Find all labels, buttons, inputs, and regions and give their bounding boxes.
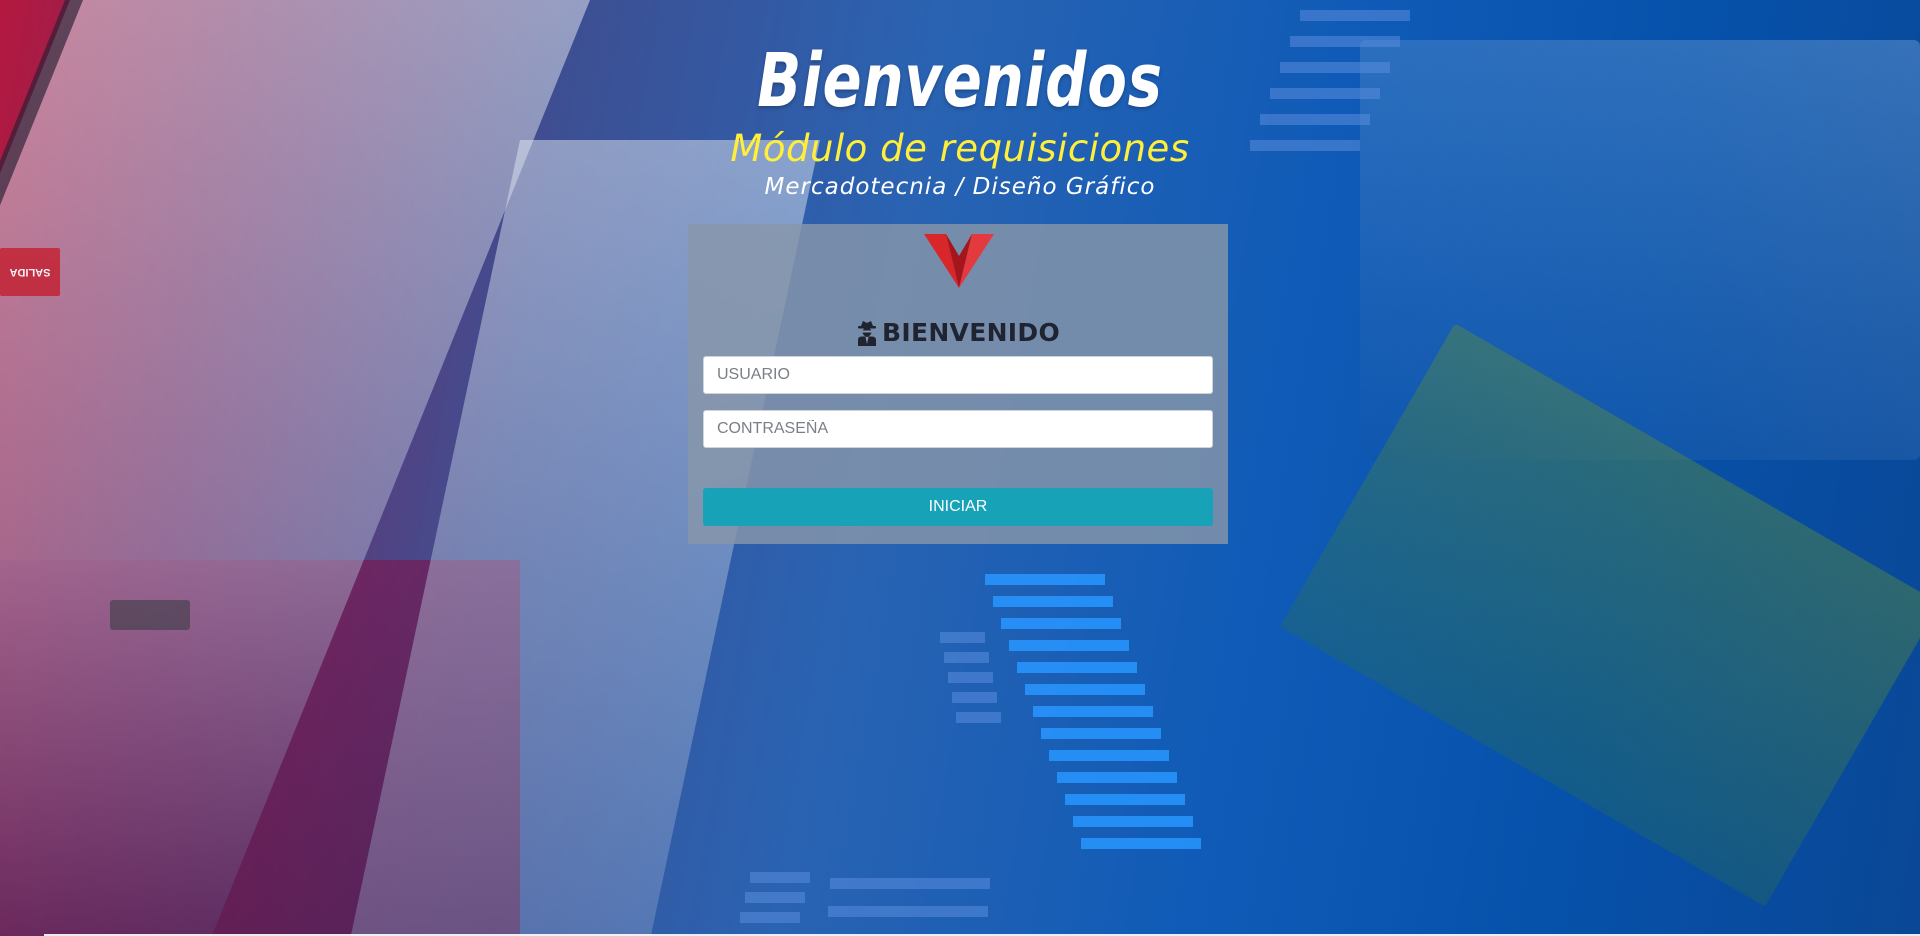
user-secret-icon <box>857 320 876 346</box>
stripe <box>740 912 800 923</box>
login-page: SALIDA Bienvenidos Módulo de requisicion… <box>0 0 1920 936</box>
stripe <box>1057 772 1177 783</box>
stripe <box>750 872 810 883</box>
stripe <box>1081 838 1201 849</box>
stripe <box>944 652 989 663</box>
stripe <box>1033 706 1153 717</box>
stripe <box>1065 794 1185 805</box>
welcome-text: BIENVENIDO <box>881 318 1060 347</box>
hero-header: Bienvenidos Módulo de requisiciones Merc… <box>0 44 1920 200</box>
stripe <box>985 574 1105 585</box>
stripe <box>1009 640 1129 651</box>
stripe <box>940 632 985 643</box>
login-button[interactable]: INICIAR <box>703 488 1213 526</box>
department-label: Mercadotecnia / Diseño Gráfico <box>764 174 1156 200</box>
stripe <box>948 672 993 683</box>
username-input[interactable] <box>703 356 1213 394</box>
stripe <box>830 878 990 889</box>
exit-sign: SALIDA <box>0 248 60 296</box>
brand-logo-icon <box>924 234 994 288</box>
stripe <box>1017 662 1137 673</box>
background-shelf <box>110 600 190 630</box>
exit-sign-text: SALIDA <box>9 266 51 278</box>
stripe <box>1025 684 1145 695</box>
stripe <box>1049 750 1169 761</box>
welcome-heading: BIENVENIDO <box>688 318 1228 347</box>
page-title: Bienvenidos <box>757 38 1163 124</box>
module-subtitle: Módulo de requisiciones <box>730 127 1190 170</box>
stripe <box>1041 728 1161 739</box>
stripe <box>1073 816 1193 827</box>
stripe <box>993 596 1113 607</box>
login-card: BIENVENIDO INICIAR <box>688 224 1228 544</box>
password-input[interactable] <box>703 410 1213 448</box>
stripe <box>952 692 997 703</box>
stripe <box>1001 618 1121 629</box>
stripe <box>828 906 988 917</box>
stripe <box>745 892 805 903</box>
stripe <box>1300 10 1410 21</box>
stripe <box>956 712 1001 723</box>
